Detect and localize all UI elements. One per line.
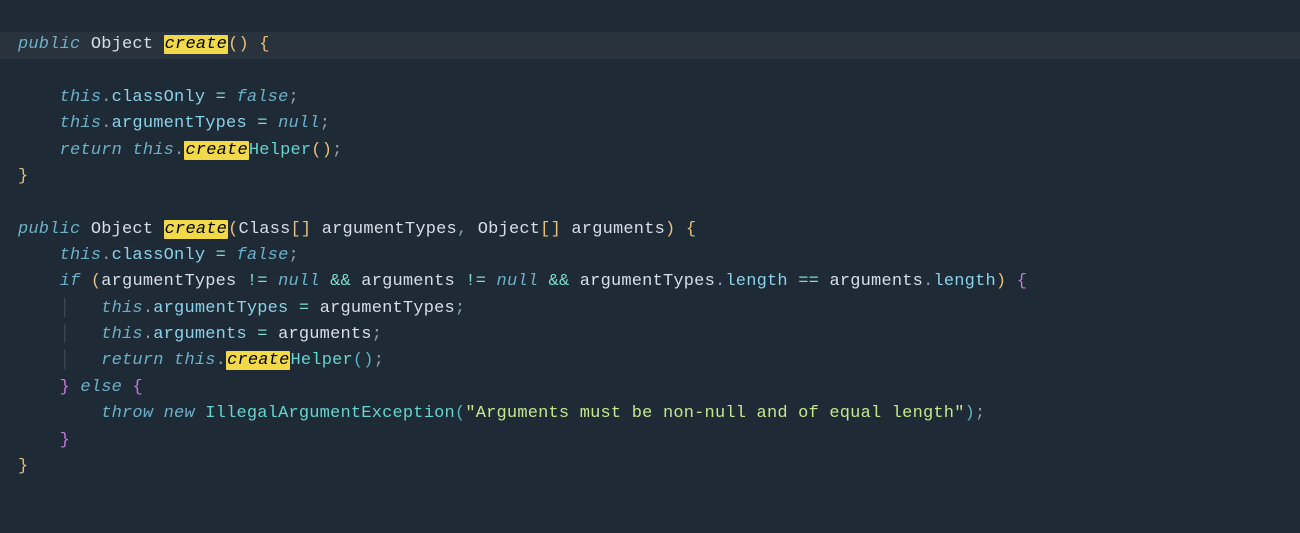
paren: ()	[228, 35, 249, 54]
paren: ()	[311, 141, 332, 160]
paren: (	[455, 404, 465, 423]
keyword-public: public	[18, 220, 80, 239]
param: arguments	[561, 220, 665, 239]
brace: {	[132, 378, 142, 397]
code-editor[interactable]: public Object create() { this.classOnly …	[0, 0, 1300, 480]
brace: }	[18, 457, 28, 476]
literal: false	[236, 88, 288, 107]
search-highlight: create	[184, 141, 248, 160]
keyword-new: new	[164, 404, 195, 423]
keyword-this: this	[132, 141, 174, 160]
paren: )	[665, 220, 675, 239]
type: IllegalArgumentException	[205, 404, 455, 423]
brace: {	[259, 35, 269, 54]
keyword-this: this	[60, 114, 102, 133]
keyword-if: if	[60, 272, 81, 291]
search-highlight: create	[164, 220, 228, 239]
literal: null	[278, 114, 320, 133]
string-literal: "Arguments must be non-null and of equal…	[465, 404, 964, 423]
keyword-throw: throw	[101, 404, 153, 423]
property: classOnly	[112, 246, 206, 265]
keyword-public: public	[18, 35, 80, 54]
property: argumentTypes	[153, 299, 288, 318]
keyword-this: this	[60, 88, 102, 107]
paren: (	[91, 272, 101, 291]
search-highlight: create	[226, 351, 290, 370]
indent-guide: │	[60, 299, 102, 318]
brace: }	[60, 378, 70, 397]
indent-guide: │	[60, 351, 102, 370]
brace: {	[686, 220, 696, 239]
brace: {	[1017, 272, 1027, 291]
property: argumentTypes	[112, 114, 247, 133]
brackets: []	[540, 220, 561, 239]
property: classOnly	[112, 88, 206, 107]
paren: (	[228, 220, 238, 239]
property: arguments	[153, 325, 247, 344]
keyword-return: return	[60, 141, 122, 160]
method-call: Helper	[249, 141, 311, 160]
paren: )	[996, 272, 1006, 291]
param: argumentTypes	[311, 220, 457, 239]
method-call: Helper	[290, 351, 352, 370]
keyword-this: this	[174, 351, 216, 370]
keyword-this: this	[101, 299, 143, 318]
brace: }	[18, 167, 28, 186]
brace: }	[60, 431, 70, 450]
type: Object	[478, 220, 540, 239]
keyword-this: this	[101, 325, 143, 344]
paren: ()	[353, 351, 374, 370]
type: Object	[91, 220, 153, 239]
paren: )	[965, 404, 975, 423]
indent-guide: │	[60, 325, 102, 344]
keyword-else: else	[80, 378, 122, 397]
literal: false	[236, 246, 288, 265]
current-line: public Object create() {	[0, 32, 1300, 58]
search-highlight: create	[164, 35, 228, 54]
type: Object	[91, 35, 153, 54]
type: Class	[238, 220, 290, 239]
brackets: []	[291, 220, 312, 239]
keyword-return: return	[101, 351, 163, 370]
keyword-this: this	[60, 246, 102, 265]
